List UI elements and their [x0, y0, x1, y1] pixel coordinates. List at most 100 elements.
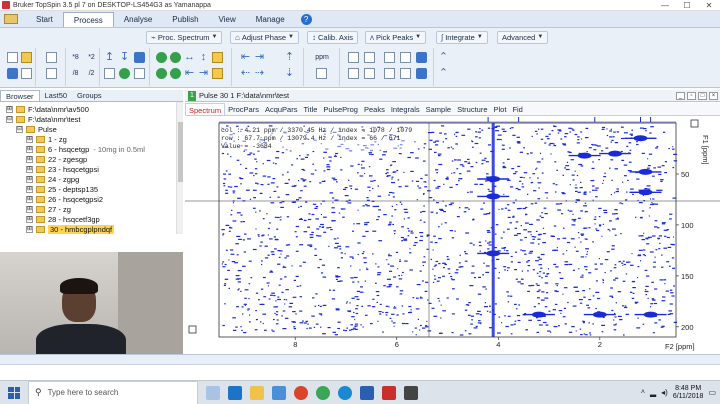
tab-procpars[interactable]: ProcPars [225, 103, 262, 115]
tab-manage[interactable]: Manage [246, 12, 295, 27]
tree-row[interactable]: ⊞ 28 - hsqcetf3gp [26, 214, 100, 224]
bar-chart-icon[interactable] [212, 68, 223, 79]
tab-fid[interactable]: Fid [509, 103, 525, 115]
start-button[interactable] [0, 381, 28, 404]
tree-row[interactable]: ⊞ 25 - deptsp135 [26, 184, 98, 194]
tree-row[interactable]: ⊟ F:\data\nmr\test [6, 114, 81, 124]
tree-expander-icon[interactable]: ⊟ [16, 125, 23, 133]
file-explorer-icon[interactable] [250, 385, 264, 400]
tree-expander-icon[interactable]: ⊞ [26, 225, 33, 233]
expand-y-icon[interactable]: ↕ [198, 52, 209, 63]
integrate-dropdown[interactable]: ∫ Integrate ▼ [436, 31, 488, 44]
spectrum-minimize-button[interactable]: _ [676, 91, 685, 100]
task-view-icon[interactable] [206, 385, 220, 400]
tree-expander-icon[interactable]: ⊞ [6, 105, 13, 113]
tab-publish[interactable]: Publish [162, 12, 208, 27]
grid-icon[interactable] [46, 68, 57, 79]
axis-toggle-icon[interactable] [316, 68, 327, 79]
adjust-phase-dropdown[interactable]: ⌂ Adjust Phase ▼ [230, 31, 299, 44]
tab-title[interactable]: Title [300, 103, 320, 115]
advanced-dropdown[interactable]: Advanced ▼ [497, 31, 549, 44]
tree-row[interactable]: ⊟ Pulse [16, 124, 57, 134]
move-down-icon[interactable]: ⇣ [284, 68, 295, 79]
tab-spectrum[interactable]: Spectrum [185, 103, 226, 115]
tab-analyse[interactable]: Analyse [114, 12, 162, 27]
arrow-up-icon[interactable]: ↥ [104, 52, 115, 63]
zoom-back-icon[interactable] [170, 68, 181, 79]
tab-integrals[interactable]: Integrals [388, 103, 423, 115]
chrome-icon[interactable] [316, 385, 330, 400]
tab-sample[interactable]: Sample [423, 103, 454, 115]
tree-expander-icon[interactable]: ⊞ [26, 205, 33, 213]
tree-expander-icon[interactable]: ⊞ [26, 175, 33, 183]
close-button[interactable]: ✕ [698, 0, 720, 11]
split-window-icon[interactable] [46, 52, 57, 63]
move-right-icon[interactable]: ⇥ [254, 52, 265, 63]
cursor-icon[interactable] [400, 68, 411, 79]
tree-row[interactable]: ⊞ 24 - zgpg [26, 174, 79, 184]
scroll-right-icon[interactable]: ⇢ [254, 68, 265, 79]
structure-icon[interactable] [348, 52, 359, 63]
levels-icon[interactable] [384, 68, 395, 79]
tab-groups[interactable]: Groups [72, 90, 107, 101]
proc-spectrum-dropdown[interactable]: ⌁ Proc. Spectrum ▼ [146, 31, 223, 44]
tree-expander-icon[interactable]: ⊞ [26, 165, 33, 173]
zoom-out-icon[interactable] [170, 52, 181, 63]
shift-left-icon[interactable]: ⇤ [184, 68, 195, 79]
scale-up-2-button[interactable]: *2 [84, 52, 99, 63]
spectrum-close-button[interactable]: × [709, 91, 718, 100]
tree-row[interactable]: ⊞ 23 - hsqcetgpsi [26, 164, 99, 174]
taskbar-clock[interactable]: 8:48 PM 6/11/2018 [673, 385, 704, 401]
zoom-in-icon[interactable] [156, 52, 167, 63]
taskbar-search-box[interactable]: ⚲ Type here to search [28, 380, 198, 404]
spectrum-maximize-button[interactable]: □ [698, 91, 707, 100]
arrow-down-icon[interactable]: ↧ [119, 52, 130, 63]
reset-scale-icon[interactable] [104, 68, 115, 79]
command-line-input[interactable] [0, 364, 720, 374]
firefox-icon[interactable] [294, 385, 308, 400]
contour-icon[interactable] [348, 68, 359, 79]
tree-expander-icon[interactable]: ⊞ [26, 185, 33, 193]
integrals-display-icon[interactable] [384, 52, 395, 63]
app-taskbar-icon[interactable] [404, 385, 418, 400]
stack-icon[interactable] [364, 68, 375, 79]
scroll-left-icon[interactable]: ⇠ [240, 68, 251, 79]
scale-up-8-button[interactable]: *8 [68, 52, 83, 63]
tree-row[interactable]: ⊞ 30 - hmbcgplpndqf [26, 224, 115, 234]
volume-icon[interactable]: ◂) [661, 388, 668, 397]
tab-pulseprog[interactable]: PulseProg [320, 103, 361, 115]
topspin-taskbar-icon[interactable] [382, 385, 396, 400]
notifications-icon[interactable]: ▭ [708, 388, 716, 397]
spectrum-restore-button[interactable]: ▫ [687, 91, 696, 100]
move-up-icon[interactable]: ⇡ [284, 52, 295, 63]
grid-display-icon[interactable] [400, 52, 411, 63]
tree-expander-icon[interactable]: ⊟ [6, 115, 13, 123]
print-icon[interactable] [21, 68, 32, 79]
tree-expander-icon[interactable]: ⊞ [26, 195, 33, 203]
tree-row[interactable]: ⊞ 1 - zg [26, 134, 67, 144]
edge-browser-icon[interactable] [228, 385, 242, 400]
tab-peaks[interactable]: Peaks [361, 103, 388, 115]
zoom-reset-icon[interactable] [119, 68, 130, 79]
overlay-icon[interactable] [134, 68, 145, 79]
projection-icon[interactable] [416, 52, 427, 63]
shift-right-icon[interactable]: ⇥ [198, 68, 209, 79]
minimize-button[interactable]: — [654, 0, 676, 11]
calib-axis-button[interactable]: ↕ Calib. Axis [307, 31, 359, 44]
expand-x-icon[interactable]: ↔ [184, 52, 195, 63]
scale-down-2-button[interactable]: /2 [84, 68, 99, 79]
tree-expander-icon[interactable]: ⊞ [26, 155, 33, 163]
open-folder-icon[interactable] [21, 52, 32, 63]
hmbc-2d-spectrum[interactable]: 8642 50100150200 F2 [ppm] F1 [ppm] [185, 106, 720, 353]
pick-peaks-dropdown[interactable]: ʌ Pick Peaks ▼ [365, 31, 427, 44]
word-icon[interactable] [360, 385, 374, 400]
tree-row[interactable]: ⊞ 26 - hsqcetgpsi2 [26, 194, 103, 204]
tree-row[interactable]: ⊞ 27 - zg [26, 204, 71, 214]
tree-expander-icon[interactable]: ⊞ [26, 215, 33, 223]
tab-process[interactable]: Process [62, 12, 114, 27]
peaks-display-icon[interactable] [364, 52, 375, 63]
new-file-icon[interactable] [7, 52, 18, 63]
collapse-up-icon[interactable]: ⌃ [438, 68, 449, 79]
tray-chevron-icon[interactable]: ˄ [641, 389, 645, 396]
save-icon[interactable] [7, 68, 18, 79]
